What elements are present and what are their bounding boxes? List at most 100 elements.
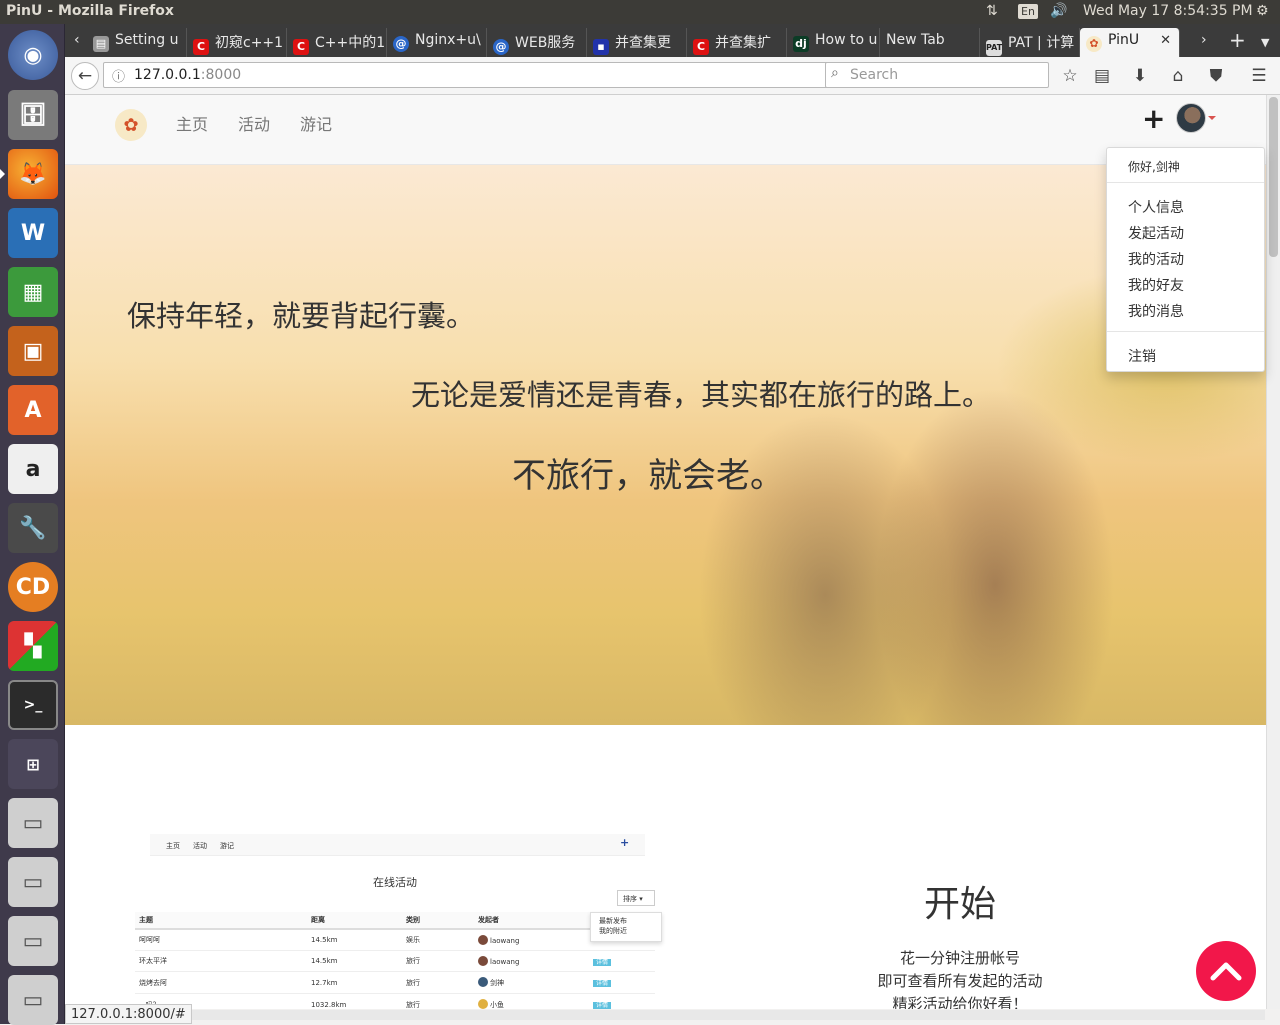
preview-sort-button: 排序 ▾ [617,890,655,906]
search-input[interactable]: ⌕ Search [825,62,1049,88]
url-text: 127.0.0.1:8000 [134,67,242,83]
menu-item-my-activities[interactable]: 我的活动 [1128,249,1184,269]
calc-icon[interactable]: ▦ [8,267,58,317]
logo-icon[interactable]: ✿ [115,109,147,141]
bookmarks-list-icon[interactable]: ▤ [1088,62,1116,90]
tab[interactable]: ▤ Setting u [87,28,187,57]
keyboard-indicator[interactable]: En [1018,4,1038,19]
tab-scroll-right-icon[interactable]: › [1195,28,1215,57]
home-icon[interactable]: ⌂ [1164,62,1192,90]
new-tab-icon[interactable]: + [1223,28,1247,57]
dj-icon: dj [793,36,809,52]
back-icon[interactable]: ← [71,62,99,90]
tab-strip: ‹ ▤ Setting u C 初窥c++1 C C++中的1 @ Nginx+u\ @… [65,24,1280,57]
tab[interactable]: @ WEB服务 [487,28,587,57]
url-bar[interactable]: ⓘ 127.0.0.1:8000 ↻ [103,62,881,88]
tab[interactable]: C C++中的1 [287,28,387,57]
tab-list-icon[interactable]: ▼ [1255,28,1275,57]
tab[interactable]: @ Nginx+u\ [387,28,487,57]
clock[interactable]: Wed May 17 8:54:35 PM [1083,3,1253,19]
menu-item-my-friends[interactable]: 我的好友 [1128,275,1184,295]
preview-table: 主题 距离 类别 发起者 呵呵呵 14.5km 娱乐 laowang 环太平洋 [135,912,655,1009]
circle-blue-icon: @ [493,39,509,55]
circle-blue-icon: @ [393,36,409,52]
tab[interactable]: C 并查集扩 [687,28,787,57]
software-center-icon[interactable]: A [8,385,58,435]
hero-line-3: 不旅行，就会老。 [512,456,784,496]
volume-icon[interactable]: 🔊 [1050,3,1067,19]
pat-icon: PAT [986,40,1002,56]
terminal-icon[interactable]: >_ [8,680,58,730]
c-red-icon: C [193,39,209,55]
chevron-up-icon [1210,962,1242,981]
caret-down-icon[interactable] [1208,116,1216,120]
app-grid-icon[interactable]: ▚ [8,621,58,671]
hero-line-2: 无论是爱情还是青春，其实都在旅行的路上。 [411,378,992,412]
drive-icon[interactable]: ▭ [8,916,58,966]
avatar[interactable] [1176,103,1206,133]
close-icon[interactable]: ✕ [1160,33,1171,48]
workspace-switcher-icon[interactable]: ⊞ [8,739,58,789]
gear-icon[interactable]: ⚙ [1256,3,1269,19]
scrollbar-thumb[interactable] [1269,97,1278,257]
menu-item-my-messages[interactable]: 我的消息 [1128,301,1184,321]
plus-icon: + [620,836,630,849]
table-row: 环太平洋 14.5km 旅行 laowang 详情 [135,950,655,972]
impress-icon[interactable]: ▣ [8,326,58,376]
table-row: 呵呵呵 14.5km 娱乐 laowang [135,929,655,951]
menu-item-profile[interactable]: 个人信息 [1128,197,1184,217]
network-icon[interactable]: ⇅ [986,3,998,19]
tab[interactable]: ▪ 并查集更 [587,28,687,57]
tab[interactable]: New Tab [880,28,980,57]
nav-link-home[interactable]: 主页 [176,111,208,135]
amazon-icon[interactable]: a [8,444,58,494]
launcher: ◉ 🗄 🦊 W ▦ ▣ A a 🔧 CD ▚ >_ ⊞ ▭ ▭ ▭ ▭ [0,24,65,1025]
top-panel: PinU - Mozilla Firefox ⇅ En 🔊 Wed May 17… [0,0,1280,24]
info-icon[interactable]: ⓘ [112,66,125,85]
menu-item-logout[interactable]: 注销 [1128,346,1156,366]
start-section: 开始 花一分钟注册帐号 即可查看所有发起的活动 精彩活动给你好看！ [845,875,1075,1009]
nav-toolbar: ← ⓘ 127.0.0.1:8000 ↻ ⌕ Search ☆ ▤ ⬇ ⌂ ⛊ … [65,57,1280,95]
doc-icon: ▤ [93,36,109,52]
hero-line-1: 保持年轻，就要背起行囊。 [127,299,476,333]
divider [1107,331,1264,332]
settings-icon[interactable]: 🔧 [8,503,58,553]
nav-link-travelogue[interactable]: 游记 [300,111,332,135]
writer-icon[interactable]: W [8,208,58,258]
vertical-scrollbar[interactable] [1266,95,1280,1009]
scroll-to-top-button[interactable] [1196,941,1256,1001]
tab[interactable]: C 初窥c++1 [187,28,287,57]
dropdown-greeting: 你好,剑神 [1128,160,1180,174]
drive-icon[interactable]: ▭ [8,798,58,848]
firefox-icon[interactable]: 🦊 [8,149,58,199]
drive-icon[interactable]: ▭ [8,975,58,1025]
preview-navbar: 主页 活动 游记 + [150,834,645,856]
bookmark-star-icon[interactable]: ☆ [1056,62,1084,90]
ubuntu-dash-icon[interactable]: ◉ [8,30,58,80]
nav-link-activities[interactable]: 活动 [238,111,270,135]
files-icon[interactable]: 🗄 [8,90,58,140]
menu-item-create-activity[interactable]: 发起活动 [1128,223,1184,243]
preview-title: 在线活动 [373,876,417,889]
page-content: ✿ 主页 活动 游记 + 保持年轻，就要背起行囊。 无论是爱情还是青春，其实都在… [65,95,1266,1009]
window-title: PinU - Mozilla Firefox [6,3,174,19]
preview-sort-menu: 最新发布 我的附近 [590,912,662,942]
tab-scroll-left-icon[interactable]: ‹ [68,28,86,57]
add-button[interactable]: + [1142,102,1165,135]
search-icon: ⌕ [831,65,839,81]
c-red-icon: C [293,39,309,55]
tab[interactable]: PAT PAT | 计算 [980,28,1080,57]
tab-active[interactable]: ✿ PinU ✕ [1080,28,1180,57]
site-navbar: ✿ 主页 活动 游记 + [65,95,1266,165]
menu-icon[interactable]: ☰ [1245,62,1273,90]
start-line-2: 即可查看所有发起的活动 [877,972,1043,990]
table-row: 烧烤去阿 12.7km 旅行 剑神 详情 [135,971,655,994]
pocket-icon[interactable]: ⛊ [1202,62,1230,90]
tab[interactable]: dj How to u [787,28,880,57]
c-red-icon: C [693,39,709,55]
drive-icon[interactable]: ▭ [8,857,58,907]
download-icon[interactable]: ⬇ [1126,62,1154,90]
pinu-icon: ✿ [1086,36,1102,52]
horizontal-scrollbar[interactable] [185,1010,1265,1020]
codeblocks-icon[interactable]: CD [8,562,58,612]
